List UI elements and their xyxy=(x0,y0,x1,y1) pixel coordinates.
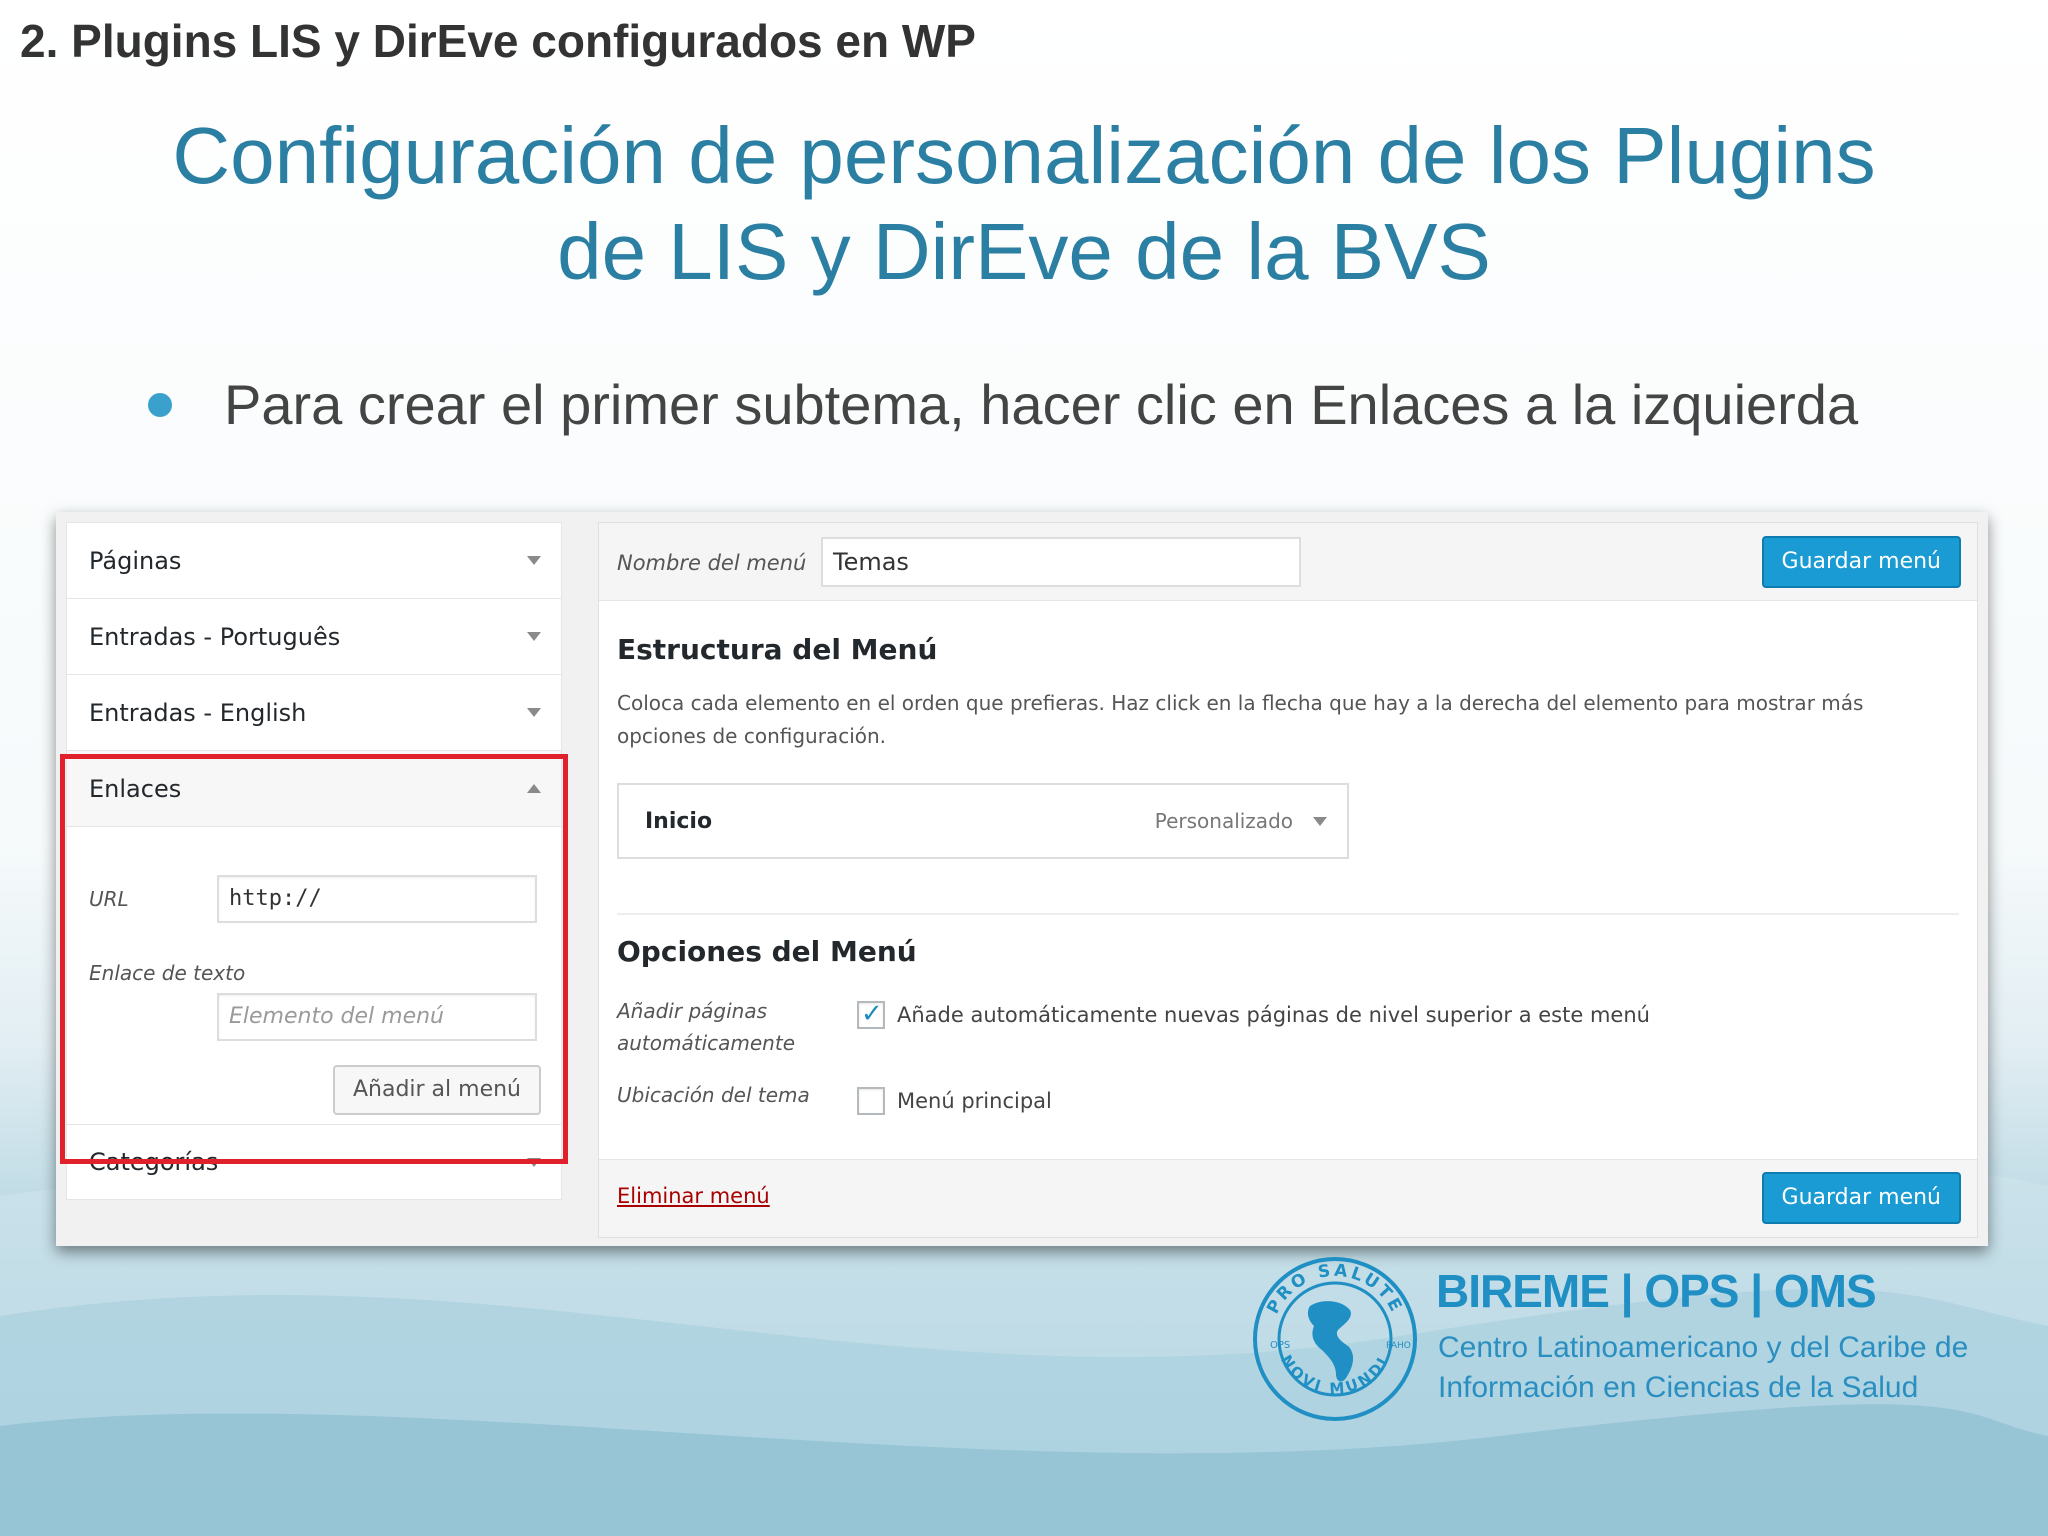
menu-item-type: Personalizado xyxy=(1154,809,1293,833)
divider xyxy=(617,913,1959,915)
bullet-text: Para crear el primer subtema, hacer clic… xyxy=(224,373,1859,436)
menu-item-inicio[interactable]: Inicio Personalizado xyxy=(617,783,1349,859)
menu-name-input[interactable]: Temas xyxy=(821,537,1301,587)
slide-title: Configuración de personalización de los … xyxy=(0,108,2048,300)
theme-location-label: Ubicación del tema xyxy=(617,1083,810,1107)
options-heading: Opciones del Menú xyxy=(617,935,917,968)
auto-add-label: Añadir páginas automáticamente xyxy=(617,995,795,1059)
add-to-menu-button[interactable]: Añadir al menú xyxy=(332,1065,541,1115)
accordion-item-label: Páginas xyxy=(89,546,182,575)
menu-name-label: Nombre del menú xyxy=(617,551,807,575)
brand-subtitle-line-1: Centro Latinoamericano y del Caribe de xyxy=(1438,1331,1969,1364)
link-text-label: Enlace de texto xyxy=(89,961,246,985)
svg-text:OPS: OPS xyxy=(1270,1340,1290,1351)
section-heading: 2. Plugins LIS y DirEve configurados en … xyxy=(20,15,976,67)
accordion-item-paginas[interactable]: Páginas xyxy=(66,522,562,598)
editor-header: Nombre del menú Temas Guardar menú xyxy=(599,523,1977,601)
auto-add-text: Añade automáticamente nuevas páginas de … xyxy=(897,1003,1650,1027)
slide-title-line-1: Configuración de personalización de los … xyxy=(172,111,1876,200)
delete-menu-link[interactable]: Eliminar menú xyxy=(617,1184,770,1208)
brand-subtitle-line-2: Información en Ciencias de la Salud xyxy=(1438,1371,1919,1404)
chevron-down-icon xyxy=(527,632,541,641)
editor-footer: Eliminar menú Guardar menú xyxy=(599,1159,1977,1237)
chevron-down-icon[interactable] xyxy=(1313,817,1327,826)
slide-title-line-2: de LIS y DirEve de la BVS xyxy=(557,207,1491,296)
chevron-down-icon xyxy=(527,1157,541,1167)
chevron-up-icon xyxy=(527,784,541,793)
brand-subtitle: Centro Latinoamericano y del Caribe de I… xyxy=(1438,1328,1968,1408)
menu-editor: Nombre del menú Temas Guardar menú Estru… xyxy=(598,522,1978,1238)
bullet-point: Para crear el primer subtema, hacer clic… xyxy=(148,372,1858,437)
svg-text:PAHO: PAHO xyxy=(1386,1341,1411,1351)
url-input[interactable]: http:// xyxy=(217,875,537,923)
menu-items-accordion: Páginas Entradas - Português Entradas - … xyxy=(60,522,568,1200)
brand-title: BIREME | OPS | OMS xyxy=(1436,1265,1877,1317)
accordion-item-label: Enlaces xyxy=(89,774,182,803)
auto-add-label-line-1: Añadir páginas xyxy=(617,999,767,1023)
accordion-item-enlaces[interactable]: Enlaces xyxy=(66,750,562,826)
save-menu-button-bottom[interactable]: Guardar menú xyxy=(1761,1172,1961,1224)
chevron-down-icon xyxy=(527,708,541,717)
accordion-item-entradas-english[interactable]: Entradas - English xyxy=(66,674,562,750)
auto-add-checkbox[interactable]: ✓ xyxy=(857,999,885,1029)
wordpress-menu-screenshot: Páginas Entradas - Português Entradas - … xyxy=(56,512,1988,1246)
accordion-item-entradas-portugues[interactable]: Entradas - Português xyxy=(66,598,562,674)
accordion-item-label: Categorías xyxy=(89,1148,219,1176)
pro-salute-seal-icon: PRO SALUTE NOVI MUNDI OPS PAHO xyxy=(1253,1257,1417,1421)
main-menu-checkbox[interactable] xyxy=(857,1087,885,1115)
menu-item-title: Inicio xyxy=(645,809,713,834)
accordion-item-categorias[interactable]: Categorías xyxy=(66,1124,562,1200)
url-label: URL xyxy=(89,887,129,911)
save-menu-button[interactable]: Guardar menú xyxy=(1761,536,1961,588)
chevron-down-icon xyxy=(527,556,541,565)
auto-add-label-line-2: automáticamente xyxy=(617,1031,796,1055)
structure-description: Coloca cada elemento en el orden que pre… xyxy=(617,691,1864,748)
checkmark-icon: ✓ xyxy=(861,999,883,1029)
bullet-dot-icon xyxy=(148,392,172,417)
enlaces-panel: URL http:// Enlace de texto Elemento del… xyxy=(66,826,562,1124)
main-menu-text: Menú principal xyxy=(897,1089,1052,1113)
accordion-item-label: Entradas - English xyxy=(89,698,307,727)
link-text-input[interactable]: Elemento del menú xyxy=(217,993,537,1041)
accordion-item-label: Entradas - Português xyxy=(89,622,341,651)
structure-heading: Estructura del Menú xyxy=(617,633,938,666)
